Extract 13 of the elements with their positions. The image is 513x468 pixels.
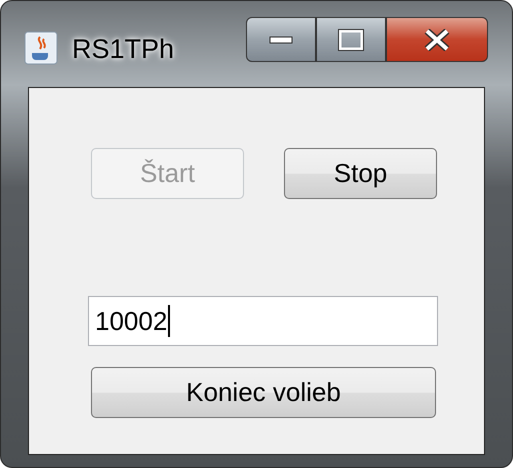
maximize-button[interactable] (316, 17, 386, 62)
end-voting-button[interactable]: Koniec volieb (91, 367, 436, 418)
minimize-icon (269, 36, 293, 44)
minimize-button[interactable] (246, 17, 316, 62)
field-value: 10002 (95, 306, 168, 336)
close-button[interactable] (386, 17, 488, 62)
text-cursor (168, 305, 170, 337)
coffee-cup-icon (24, 31, 58, 65)
close-icon (424, 28, 450, 50)
window-title: RS1TPh (72, 34, 174, 65)
stop-button[interactable]: Stop (284, 148, 437, 199)
maximize-icon (338, 28, 364, 50)
input-field[interactable]: 10002 (88, 296, 438, 346)
